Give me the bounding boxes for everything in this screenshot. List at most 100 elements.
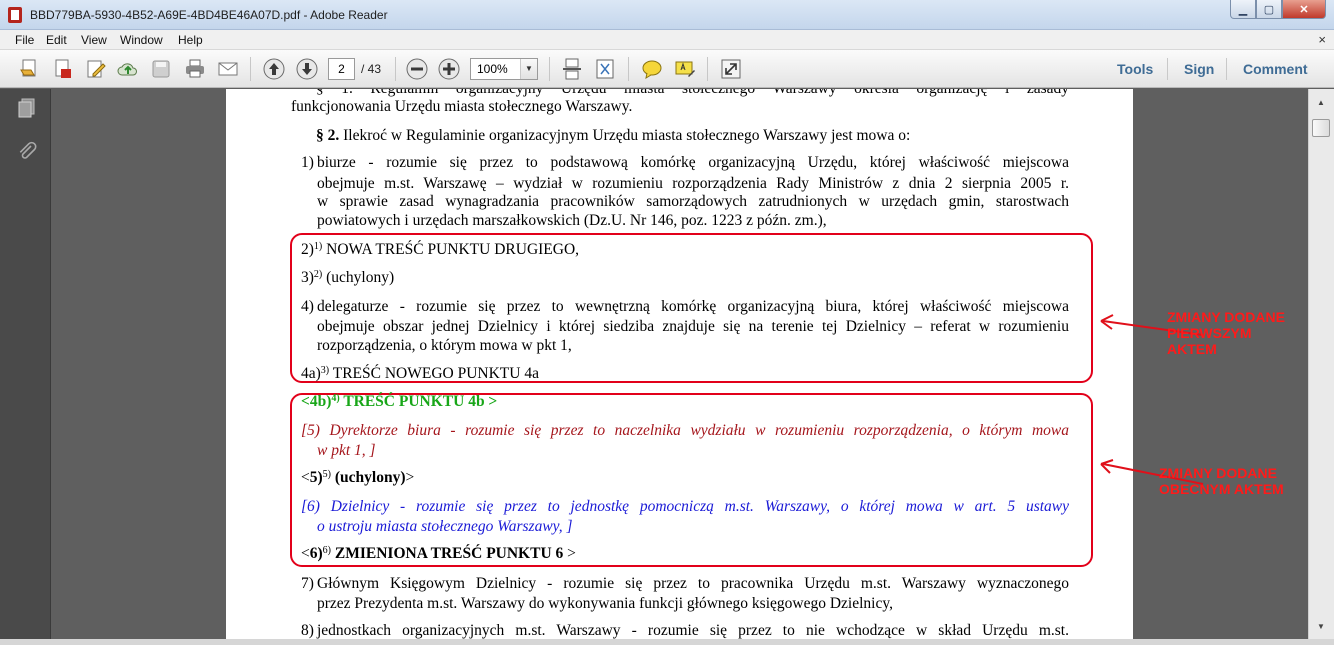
item-7-number: 7)	[301, 575, 314, 592]
paragraph-1-line: funkcjonowania Urzędu miasta stołecznego…	[291, 98, 633, 115]
sticky-note-icon[interactable]	[641, 58, 663, 80]
item-2-text: NOWA TREŚĆ PUNKTU DRUGIEGO,	[322, 241, 580, 258]
item-8-number: 8)	[301, 622, 314, 639]
bracket: <	[301, 469, 310, 486]
item-7-line: Głównym Księgowym Dzielnicy - rozumie si…	[317, 575, 1069, 592]
item-4a-number: 4a)	[301, 365, 321, 382]
item-4a-text: TREŚĆ NOWEGO PUNKTU 4a	[329, 365, 539, 382]
item-4a: 4a)3) TREŚĆ NOWEGO PUNKTU 4a	[301, 365, 539, 383]
item-1-line: w sprawie zasad wynagradzania pracownikó…	[317, 193, 1069, 210]
item-5-removed-line: [5) Dyrektorze biura - rozumie się przez…	[301, 422, 1069, 439]
item-4-line: obejmuje obszar jednej Dzielnicy i które…	[317, 318, 1069, 335]
item-6: <6)6) ZMIENIONA TREŚĆ PUNKTU 6 >	[301, 545, 576, 563]
item-4b-text: TREŚĆ PUNKTU 4b >	[339, 393, 498, 410]
footnote-ref: 5)	[322, 469, 332, 480]
minimize-button[interactable]: ▁	[1230, 0, 1256, 19]
item-3-number: 3)	[301, 269, 314, 286]
print-icon[interactable]	[184, 58, 206, 80]
full-screen-icon[interactable]	[720, 58, 742, 80]
toolbar-separator	[628, 57, 629, 81]
previous-page-icon[interactable]	[263, 58, 285, 80]
item-1-line: obejmuje m.st. Warszawę – wydział w rozu…	[317, 175, 1069, 192]
document-view[interactable]: § 1. Regulamin organizacyjny Urzędu mias…	[51, 89, 1308, 639]
section-mark: § 2.	[316, 127, 340, 144]
toolbar: 2 / 43 100% ▼ Tools Sign Comment	[0, 50, 1334, 88]
cloud-upload-icon[interactable]	[117, 58, 139, 80]
item-6-replaced-line: o ustroju miasta stołecznego Warszawy, ]	[317, 518, 573, 535]
save-icon[interactable]	[150, 58, 172, 80]
annotation-line: AKTEM	[1167, 341, 1217, 357]
comment-pane-button[interactable]: Comment	[1243, 61, 1308, 77]
pdf-page: § 1. Regulamin organizacyjny Urzędu mias…	[226, 89, 1133, 639]
annotation-line: ZMIANY DODANE	[1159, 465, 1277, 481]
paragraph-2: § 2. Ilekroć w Regulaminie organizacyjny…	[316, 127, 910, 145]
close-document-button[interactable]: ×	[1318, 32, 1326, 47]
annotation-first-act: ZMIANY DODANE PIERWSZYM AKTEM	[1167, 309, 1285, 357]
vertical-scrollbar[interactable]: ▲ ▼	[1308, 89, 1334, 639]
toolbar-separator	[1167, 58, 1168, 80]
next-page-icon[interactable]	[296, 58, 318, 80]
item-3-text: (uchylony)	[322, 269, 395, 286]
page-thumbnails-icon[interactable]	[16, 97, 38, 119]
annotation-line: ZMIANY DODANE	[1167, 309, 1285, 325]
page-number-input[interactable]: 2	[328, 58, 355, 80]
toolbar-separator	[549, 57, 550, 81]
footnote-ref: 1)	[313, 241, 323, 252]
item-4b-number: <4b)	[301, 393, 332, 410]
page-total-label: / 43	[361, 62, 382, 76]
footnote-ref: 2)	[313, 269, 323, 280]
paragraph-2-text: Ilekroć w Regulaminie organizacyjnym Urz…	[339, 127, 911, 144]
scroll-thumb[interactable]	[1312, 119, 1330, 137]
scroll-down-arrow-icon[interactable]: ▼	[1312, 619, 1330, 635]
scroll-up-arrow-icon[interactable]: ▲	[1312, 95, 1330, 111]
maximize-button[interactable]: ▢	[1256, 0, 1282, 19]
menu-edit[interactable]: Edit	[46, 33, 67, 47]
footnote-ref: 3)	[320, 365, 330, 376]
open-file-icon[interactable]	[19, 58, 41, 80]
footnote-ref: 6)	[322, 545, 332, 556]
close-button[interactable]: ✕	[1282, 0, 1326, 19]
item-5-text: (uchylony)	[331, 469, 406, 486]
navigation-pane	[0, 89, 51, 645]
status-strip	[0, 639, 1334, 645]
toolbar-separator	[250, 57, 251, 81]
menu-view[interactable]: View	[81, 33, 107, 47]
menu-bar: File Edit View Window Help ×	[0, 30, 1334, 50]
menu-window[interactable]: Window	[120, 33, 163, 47]
annotation-line: PIERWSZYM	[1167, 325, 1252, 341]
paragraph-1-line: § 1. Regulamin organizacyjny Urzędu mias…	[316, 89, 1069, 98]
zoom-select[interactable]: 100% ▼	[470, 58, 538, 80]
zoom-out-icon[interactable]	[406, 58, 428, 80]
item-5-number: 5)	[309, 469, 323, 486]
zoom-in-icon[interactable]	[438, 58, 460, 80]
toolbar-separator	[707, 57, 708, 81]
sign-pane-button[interactable]: Sign	[1184, 61, 1214, 77]
zoom-dropdown-icon[interactable]: ▼	[520, 59, 537, 79]
tools-pane-button[interactable]: Tools	[1117, 61, 1153, 77]
bracket: >	[405, 469, 415, 486]
attachments-icon[interactable]	[16, 141, 38, 163]
item-2: 2)1) NOWA TREŚĆ PUNKTU DRUGIEGO,	[301, 241, 579, 259]
footnote-ref: 4)	[331, 393, 340, 404]
item-7-line: przez Prezydenta m.st. Warszawy do wykon…	[317, 595, 893, 612]
item-8-line: jednostkach organizacyjnych m.st. Warsza…	[317, 622, 1069, 639]
bracket: >	[563, 545, 576, 562]
item-5-removed-line: w pkt 1, ]	[317, 442, 376, 459]
highlight-text-icon[interactable]	[674, 58, 696, 80]
menu-file[interactable]: File	[15, 33, 34, 47]
toolbar-separator	[395, 57, 396, 81]
item-1-line: biurze - rozumie się przez to podstawową…	[317, 154, 1069, 171]
edit-document-icon[interactable]	[85, 58, 107, 80]
scrolling-mode-icon[interactable]	[561, 58, 583, 80]
fit-page-icon[interactable]	[594, 58, 616, 80]
menu-help[interactable]: Help	[178, 33, 203, 47]
annotation-current-act: ZMIANY DODANE OBECNYM AKTEM	[1159, 465, 1284, 497]
item-4b: <4b)4) TREŚĆ PUNKTU 4b >	[301, 393, 497, 411]
item-1-number: 1)	[301, 154, 314, 171]
pdf-app-icon	[8, 7, 22, 23]
item-4-number: 4)	[301, 298, 314, 315]
bracket: <	[301, 545, 310, 562]
create-pdf-icon[interactable]	[52, 58, 74, 80]
item-6-text: ZMIENIONA TREŚĆ PUNKTU 6	[331, 545, 564, 562]
email-icon[interactable]	[217, 58, 239, 80]
